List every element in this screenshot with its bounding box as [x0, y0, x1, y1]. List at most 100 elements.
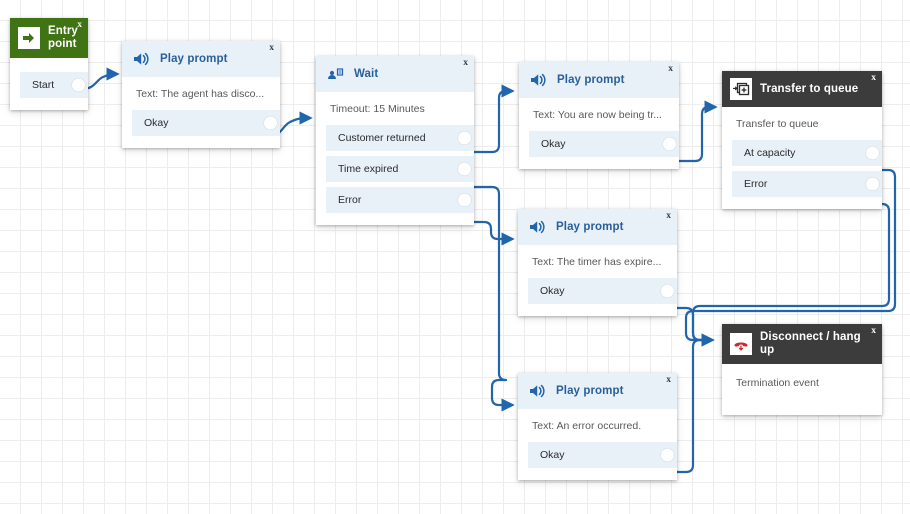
close-icon[interactable]: x [666, 376, 671, 386]
node-ports-play-prompt-2: Okay [519, 131, 679, 157]
flow-canvas[interactable]: Entry pointxStartPlay promptxText: The a… [0, 0, 910, 514]
close-icon[interactable]: x [666, 212, 671, 222]
node-ports-wait: Customer returned Time expired Error [316, 125, 474, 213]
node-body-padding [122, 136, 280, 148]
node-description-play-prompt-2: Text: You are now being tr... [519, 98, 679, 121]
node-body-entry-point: Start [10, 72, 88, 110]
port-connector-dot[interactable] [458, 163, 471, 176]
node-description-wait: Timeout: 15 Minutes [316, 92, 474, 115]
speaker-icon [526, 216, 548, 238]
node-body-padding [518, 468, 677, 480]
node-body-play-prompt-1: Text: The agent has disco... Okay [122, 77, 280, 148]
node-body-wait: Timeout: 15 Minutes Customer returned Time… [316, 92, 474, 225]
node-play-prompt-1[interactable]: Play promptxText: The agent has disco...… [122, 41, 280, 148]
node-header-play-prompt-1[interactable]: Play promptx [122, 41, 280, 77]
port-transfer-to-queue-1[interactable]: Error [732, 171, 882, 197]
port-label: Okay [132, 117, 169, 129]
port-entry-point-0[interactable]: Start [20, 72, 88, 98]
port-wait-0[interactable]: Customer returned [326, 125, 474, 151]
transfer-queue-icon [730, 78, 752, 100]
port-connector-dot[interactable] [661, 285, 674, 298]
port-connector-dot[interactable] [458, 132, 471, 145]
node-header-play-prompt-3[interactable]: Play prompt x [518, 209, 677, 245]
entry-arrow-icon [18, 27, 40, 49]
node-title-play-prompt-4: Play prompt [556, 385, 624, 398]
port-play-prompt-1-0[interactable]: Okay [132, 110, 280, 136]
node-title-entry-point: Entry point [48, 25, 80, 51]
node-body-disconnect-hang-up: Termination event [722, 364, 882, 415]
node-title-play-prompt-2: Play prompt [557, 74, 625, 87]
close-icon[interactable]: x [77, 21, 82, 31]
port-label: Time expired [326, 163, 398, 175]
port-label: Customer returned [326, 132, 426, 144]
node-ports-transfer-to-queue: At capacity Error [722, 140, 882, 197]
node-header-play-prompt-4[interactable]: Play prompt x [518, 373, 677, 409]
node-entry-point[interactable]: Entry pointx Start [10, 18, 88, 110]
node-description-transfer-to-queue: Transfer to queue [722, 107, 882, 130]
speaker-icon [130, 48, 152, 70]
node-description-play-prompt-4: Text: An error occurred. [518, 409, 677, 432]
port-play-prompt-2-0[interactable]: Okay [529, 131, 679, 157]
node-title-transfer-to-queue: Transfer to queue [760, 83, 858, 96]
node-title-play-prompt-3: Play prompt [556, 221, 624, 234]
node-header-entry-point[interactable]: Entry pointx [10, 18, 88, 58]
close-icon[interactable]: x [871, 74, 876, 84]
port-label: Okay [529, 138, 566, 150]
port-connector-dot[interactable] [72, 78, 85, 91]
node-wait[interactable]: Wait x Timeout: 15 Minutes Customer returne… [316, 56, 474, 225]
port-label: Error [326, 194, 361, 206]
node-transfer-to-queue[interactable]: Transfer to queue x Transfer to queue At ca… [722, 71, 882, 209]
wire-transfer-error-to-disconnect [693, 204, 889, 340]
port-connector-dot[interactable] [663, 138, 676, 151]
node-ports-entry-point: Start [10, 72, 88, 98]
port-label: Start [20, 79, 54, 91]
node-ports-play-prompt-3: Okay [518, 278, 677, 304]
port-wait-2[interactable]: Error [326, 187, 474, 213]
port-connector-dot[interactable] [661, 449, 674, 462]
node-body-play-prompt-2: Text: You are now being tr... Okay [519, 98, 679, 169]
node-header-disconnect-hang-up[interactable]: Disconnect / hang upx [722, 324, 882, 364]
node-body-padding [10, 98, 88, 110]
node-title-disconnect-hang-up: Disconnect / hang up [760, 331, 874, 357]
node-header-wait[interactable]: Wait x [316, 56, 474, 92]
node-body-padding [316, 213, 474, 225]
node-body-play-prompt-3: Text: The timer has expire... Okay [518, 245, 677, 316]
port-connector-dot[interactable] [866, 178, 879, 191]
port-label: Error [732, 178, 767, 190]
node-body-padding [518, 304, 677, 316]
port-play-prompt-3-0[interactable]: Okay [528, 278, 677, 304]
close-icon[interactable]: x [871, 327, 876, 337]
node-description-play-prompt-3: Text: The timer has expire... [518, 245, 677, 268]
close-icon[interactable]: x [463, 59, 468, 69]
node-body-play-prompt-4: Text: An error occurred. Okay [518, 409, 677, 480]
port-connector-dot[interactable] [866, 147, 879, 160]
node-play-prompt-3[interactable]: Play prompt x Text: The timer has expire..… [518, 209, 677, 316]
node-ports-play-prompt-1: Okay [122, 110, 280, 136]
node-disconnect-hang-up[interactable]: Disconnect / hang upxTermination event [722, 324, 882, 415]
node-title-wait: Wait [354, 68, 378, 81]
close-icon[interactable]: x [269, 44, 274, 54]
port-connector-dot[interactable] [264, 117, 277, 130]
node-header-transfer-to-queue[interactable]: Transfer to queue x [722, 71, 882, 107]
close-icon[interactable]: x [668, 65, 673, 75]
node-header-play-prompt-2[interactable]: Play prompt x [519, 62, 679, 98]
node-body-transfer-to-queue: Transfer to queue At capacity Error [722, 107, 882, 209]
node-play-prompt-2[interactable]: Play prompt x Text: You are now being tr..… [519, 62, 679, 169]
node-body-padding [722, 197, 882, 209]
speaker-icon [527, 69, 549, 91]
port-label: Okay [528, 285, 565, 297]
wait-person-icon [324, 63, 346, 85]
node-ports-play-prompt-4: Okay [518, 442, 677, 468]
port-play-prompt-4-0[interactable]: Okay [528, 442, 677, 468]
port-label: At capacity [732, 147, 795, 159]
node-description-disconnect-hang-up: Termination event [722, 364, 882, 415]
port-label: Okay [528, 449, 565, 461]
port-connector-dot[interactable] [458, 194, 471, 207]
speaker-icon [526, 380, 548, 402]
node-body-padding [519, 157, 679, 169]
phone-hangup-icon [730, 333, 752, 355]
port-wait-1[interactable]: Time expired [326, 156, 474, 182]
node-play-prompt-4[interactable]: Play prompt x Text: An error occurred. Okay [518, 373, 677, 480]
port-transfer-to-queue-0[interactable]: At capacity [732, 140, 882, 166]
node-description-play-prompt-1: Text: The agent has disco... [122, 77, 280, 100]
